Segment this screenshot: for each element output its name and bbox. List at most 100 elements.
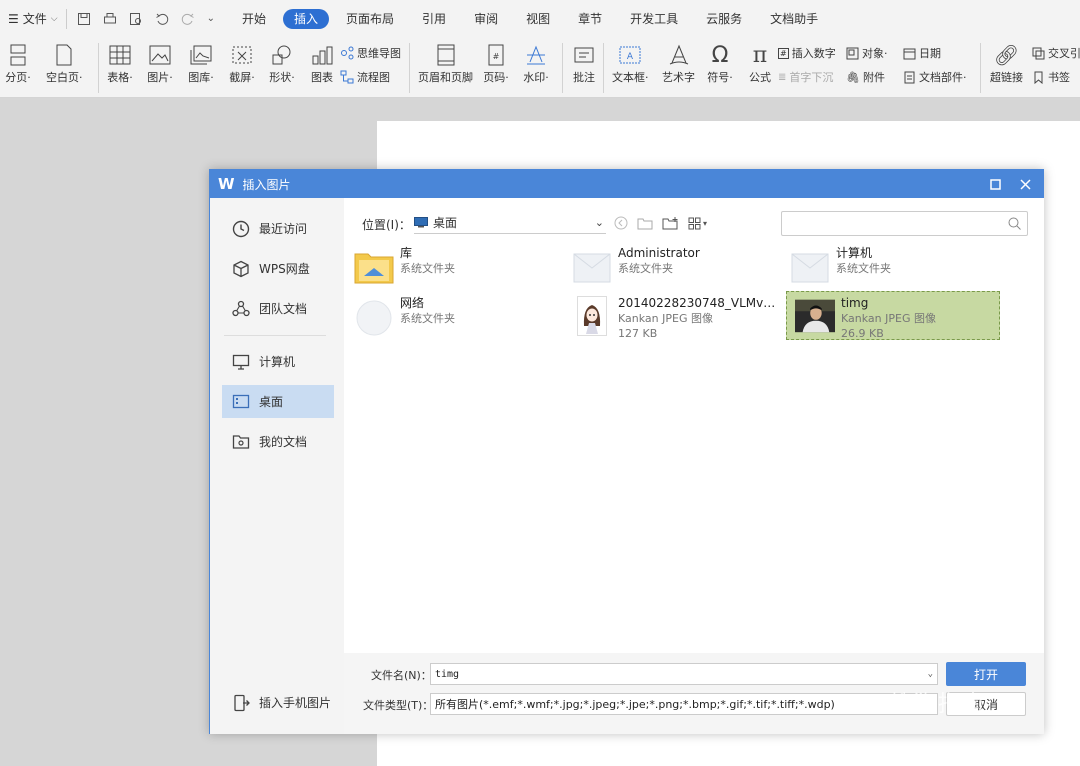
- comment-button[interactable]: 批注: [570, 37, 598, 85]
- tab-insert[interactable]: 插入: [283, 8, 330, 29]
- page-number-icon: #: [488, 44, 504, 66]
- filename-label: 文件名(N)：: [371, 669, 432, 682]
- picture-button[interactable]: 图片·: [146, 37, 174, 85]
- svg-text:#: #: [493, 52, 500, 61]
- tab-home[interactable]: 开始: [231, 9, 277, 29]
- back-icon[interactable]: [614, 216, 628, 230]
- ribbon-tabs: 开始 插入 页面布局 引用 审阅 视图 章节 开发工具 云服务 文档助手: [231, 8, 835, 29]
- file-item-computer[interactable]: 计算机 系统文件夹: [782, 242, 996, 290]
- filename-input[interactable]: timg ⌄: [430, 663, 938, 685]
- ribbon-separator: [980, 43, 981, 93]
- insert-number-button[interactable]: # 插入数字: [778, 45, 836, 61]
- watermark-button[interactable]: 水印·: [522, 37, 550, 85]
- cross-ref-button[interactable]: 交叉引: [1032, 45, 1080, 61]
- tab-references[interactable]: 引用: [411, 9, 457, 29]
- screenshot-button[interactable]: 截屏·: [228, 37, 256, 85]
- quick-access-toolbar: ⌄: [77, 12, 215, 26]
- view-mode-button[interactable]: ▾: [688, 217, 707, 230]
- close-button[interactable]: [1011, 170, 1039, 198]
- up-folder-icon[interactable]: [637, 216, 653, 230]
- undo-icon[interactable]: [155, 12, 169, 26]
- blank-page-button[interactable]: 空白页·: [46, 37, 83, 85]
- shapes-icon: [272, 45, 291, 65]
- print-preview-icon[interactable]: [129, 12, 143, 26]
- mindmap-button[interactable]: 思维导图: [340, 45, 401, 61]
- gallery-button[interactable]: 图库·: [187, 37, 215, 85]
- location-dropdown[interactable]: 桌面 ⌄: [414, 212, 606, 234]
- bookmark-button[interactable]: 书签: [1032, 69, 1070, 85]
- page-number-button[interactable]: # 页码·: [482, 37, 510, 85]
- search-input[interactable]: [781, 211, 1028, 236]
- blank-page-icon: [56, 44, 72, 66]
- hyperlink-label: 超链接: [990, 71, 1023, 84]
- gallery-label: 图库·: [188, 71, 214, 84]
- header-footer-button[interactable]: 页眉和页脚: [418, 37, 473, 85]
- sidebar-item-recent[interactable]: 最近访问: [222, 212, 334, 245]
- ribbon-separator: [562, 43, 563, 93]
- location-label: 位置(I)：: [362, 218, 411, 232]
- dropcap-button[interactable]: ≣ 首字下沉: [778, 69, 833, 85]
- doc-parts-button[interactable]: 文档部件·: [903, 69, 967, 85]
- page-break-icon: [10, 44, 26, 66]
- location-value: 桌面: [433, 216, 458, 230]
- flowchart-icon: [340, 70, 354, 84]
- tab-cloud[interactable]: 云服务: [695, 9, 753, 29]
- table-button[interactable]: 表格·: [106, 37, 134, 85]
- tab-review[interactable]: 审阅: [463, 9, 509, 29]
- wordart-button[interactable]: 艺术字: [662, 37, 695, 85]
- search-icon: [1008, 217, 1021, 230]
- library-folder-icon: [354, 246, 394, 286]
- object-button[interactable]: 对象·: [846, 45, 888, 61]
- watermark-label: 水印·: [523, 71, 549, 84]
- symbol-label: 符号·: [707, 71, 733, 84]
- chevron-down-icon: ⌄: [927, 669, 933, 679]
- sidebar-item-team-docs[interactable]: 团队文档: [222, 292, 334, 325]
- bookmark-label: 书签: [1048, 71, 1070, 84]
- file-item-anime-image[interactable]: 20140228230748_VLMv5.thu... Kankan JPEG …: [564, 292, 778, 342]
- new-folder-icon[interactable]: [662, 216, 679, 230]
- chart-button[interactable]: 图表: [308, 37, 336, 85]
- filetype-select[interactable]: 所有图片(*.emf;*.wmf;*.jpg;*.jpeg;*.jpe;*.pn…: [430, 693, 938, 715]
- header-footer-label: 页眉和页脚: [418, 71, 473, 84]
- symbol-button[interactable]: Ω 符号·: [706, 37, 734, 85]
- file-item-library[interactable]: 库 系统文件夹: [346, 242, 560, 290]
- file-item-administrator[interactable]: Administrator 系统文件夹: [564, 242, 778, 290]
- tab-doc-assistant[interactable]: 文档助手: [759, 9, 829, 29]
- tab-developer[interactable]: 开发工具: [619, 9, 689, 29]
- tab-page-layout[interactable]: 页面布局: [335, 9, 405, 29]
- print-icon[interactable]: [103, 12, 117, 26]
- page-break-button[interactable]: 分页·: [4, 37, 32, 85]
- watermark-text: 搜狗指南: [890, 692, 987, 717]
- cube-icon: [233, 260, 249, 277]
- tab-view[interactable]: 视图: [515, 9, 561, 29]
- maximize-button[interactable]: [981, 170, 1009, 198]
- sidebar-item-desktop[interactable]: 桌面: [222, 385, 334, 418]
- insert-mobile-picture-button[interactable]: 插入手机图片: [222, 686, 334, 719]
- attachment-button[interactable]: 🖇 附件: [846, 69, 885, 85]
- scissors-icon: [232, 46, 252, 64]
- open-button[interactable]: 打开: [946, 662, 1026, 686]
- flowchart-button[interactable]: 流程图: [340, 69, 390, 85]
- ribbon-separator: [98, 43, 99, 93]
- file-list: 库 系统文件夹 Administrator 系统文件夹 计算机 系统文件夹 网络…: [344, 242, 1044, 652]
- picture-icon: [149, 45, 171, 65]
- save-icon[interactable]: [77, 12, 91, 26]
- formula-button[interactable]: π 公式: [746, 37, 774, 85]
- sidebar-item-computer[interactable]: 计算机: [222, 345, 334, 378]
- file-item-timg[interactable]: timg Kankan JPEG 图像 26.9 KB: [786, 291, 1000, 340]
- sidebar-item-wps-cloud[interactable]: WPS网盘: [222, 252, 334, 285]
- customize-toolbar-icon[interactable]: ⌄: [207, 13, 215, 24]
- sidebar-item-my-documents[interactable]: 我的文档: [222, 425, 334, 458]
- textbox-button[interactable]: A 文本框·: [612, 37, 649, 85]
- shape-button[interactable]: 形状·: [268, 37, 296, 85]
- file-item-network[interactable]: 网络 系统文件夹: [346, 292, 560, 340]
- hyperlink-button[interactable]: 🔗︎ 超链接: [990, 37, 1023, 85]
- redo-icon[interactable]: [181, 12, 195, 26]
- date-button[interactable]: 日期: [903, 45, 941, 61]
- dropcap-icon: ≣: [778, 71, 787, 83]
- page-break-label: 分页·: [5, 71, 31, 84]
- file-menu[interactable]: ☰ 文件 ⌵: [8, 8, 67, 29]
- tab-section[interactable]: 章节: [567, 9, 613, 29]
- insert-number-label: 插入数字: [791, 47, 836, 60]
- sidebar-item-label: 计算机: [259, 355, 296, 369]
